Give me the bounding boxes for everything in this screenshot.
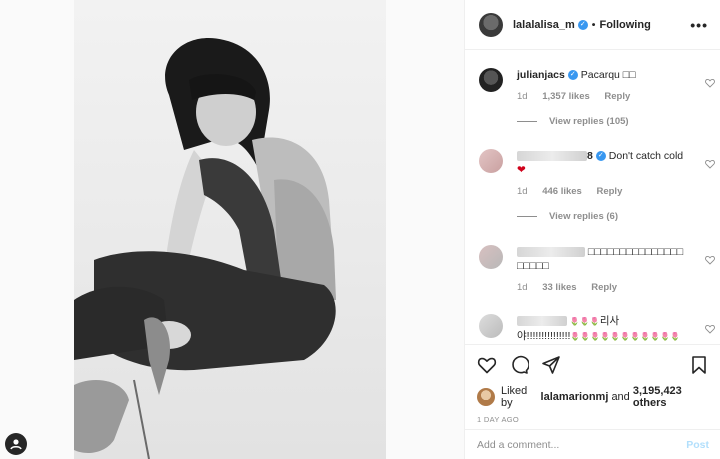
comment-item: julianjacs ✓ Pacarqu □□ 1d 1,357 likes Re… [479,68,715,127]
comment-item: 🌷🌷🌷리사 야!!!!!!!!!!!!!!!🌷🌷🌷🌷🌷🌷🌷🌷🌷🌷🌷 [479,314,715,344]
heart-emoji-icon: ❤ [517,164,526,176]
comment-like-icon[interactable] [705,78,715,88]
blurred-username [517,151,587,162]
tulip-emoji-icon: 🌷🌷🌷 [569,317,600,326]
comments-list[interactable]: julianjacs ✓ Pacarqu □□ 1d 1,357 likes Re… [465,51,720,344]
comment-likes[interactable]: 33 likes [542,282,576,293]
comment-likes[interactable]: 446 likes [542,186,582,197]
backdrop-gap [386,0,464,459]
author-username[interactable]: lalalalisa_m [513,19,575,31]
commenter-avatar[interactable] [479,149,503,173]
page-backdrop [0,0,74,459]
post-photo[interactable] [74,0,386,459]
comment-time: 1d [517,91,528,102]
reply-button[interactable]: Reply [604,91,630,102]
verified-icon: ✓ [567,70,578,81]
view-replies-button[interactable]: View replies (105) [517,116,715,127]
tulip-emoji-icon: 🌷🌷🌷🌷🌷🌷🌷🌷🌷🌷🌷 [570,332,680,341]
comment-time: 1d [517,282,528,293]
reply-button[interactable]: Reply [591,282,617,293]
post-side-panel: lalalalisa_m ✓ • Following ••• julianjac… [464,0,720,459]
liker-username[interactable]: lalamarionmj [541,391,609,403]
likes-count[interactable]: 3,195,423 others [633,385,709,409]
liked-by-prefix: Liked by [501,385,528,409]
reply-button[interactable]: Reply [596,186,622,197]
comment-meta: 1d 33 likes Reply [517,282,715,293]
blurred-username [517,316,567,327]
comment-text: Pacarqu □□ [580,69,636,81]
post-header: lalalalisa_m ✓ • Following ••• [465,0,720,50]
comment-meta: 1d 1,357 likes Reply [517,91,715,102]
comment-item: 8 ✓ Don't catch cold ❤ 1d 446 likes Reply… [479,149,715,222]
post-timestamp[interactable]: 1 DAY AGO [477,415,709,424]
bookmark-icon[interactable] [689,355,709,375]
author-avatar[interactable] [479,12,503,37]
replies-divider [517,121,537,122]
liked-by-joiner: and [611,391,630,403]
header-separator: • [591,18,596,31]
comment-meta: 1d 446 likes Reply [517,186,715,197]
comment-item: □□□□□□□□□□□□□□□□□□□□ 1d 33 likes Reply [479,245,715,293]
view-replies-label: View replies (6) [549,211,618,222]
commenter-username[interactable]: 8 [587,150,593,162]
commenter-avatar[interactable] [479,245,503,269]
verified-icon: ✓ [595,151,606,162]
comment-likes[interactable]: 1,357 likes [542,91,590,102]
comment-like-icon[interactable] [705,255,715,265]
comment-icon[interactable] [509,355,529,375]
action-icons-row [477,353,709,377]
commenter-username[interactable]: julianjacs [517,69,565,81]
add-comment-bar: Post [465,429,720,459]
profile-icon[interactable] [5,433,27,455]
view-replies-button[interactable]: View replies (6) [517,211,715,222]
comment-input[interactable] [477,439,687,451]
blurred-username [517,247,585,258]
following-button[interactable]: Following [599,19,650,31]
like-heart-icon[interactable] [477,355,497,375]
post-comment-button[interactable]: Post [686,439,709,451]
comment-time: 1d [517,186,528,197]
commenter-avatar[interactable] [479,314,503,338]
comment-text: 리사 [599,315,620,327]
liker-avatar[interactable] [477,388,495,406]
comment-text: 야!!!!!!!!!!!!!!! [517,330,571,342]
comment-text: Don't catch cold [608,150,684,162]
post-actions: Liked by lalamarionmj and 3,195,423 othe… [465,344,720,459]
verified-icon: ✓ [577,19,588,30]
view-replies-label: View replies (105) [549,116,629,127]
photo-illustration [74,38,336,459]
more-options-icon[interactable]: ••• [690,17,708,33]
likes-summary: Liked by lalamarionmj and 3,195,423 othe… [477,385,709,409]
commenter-avatar[interactable] [479,68,503,92]
comment-like-icon[interactable] [705,324,715,334]
comment-like-icon[interactable] [705,159,715,169]
replies-divider [517,216,537,217]
share-icon[interactable] [541,355,561,375]
